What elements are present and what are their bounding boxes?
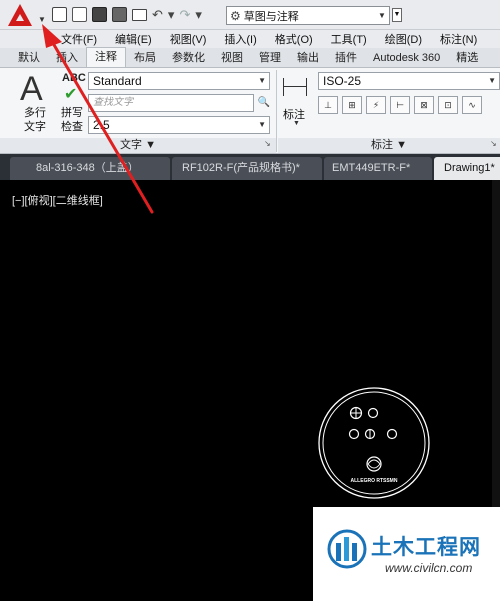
mtext-label-2: 文字 bbox=[24, 121, 46, 133]
dimension-icon[interactable] bbox=[283, 76, 307, 100]
spell-check-button[interactable]: 拼写 检查 bbox=[59, 106, 85, 134]
spellcheck-abc-icon: ABC bbox=[62, 72, 86, 84]
hole-top-right bbox=[367, 407, 379, 419]
viewport-controls[interactable]: [−][俯视][二维线框] bbox=[12, 192, 103, 208]
menubar-spacer bbox=[0, 30, 52, 48]
doc-tab-3[interactable]: EMT449ETR-F* bbox=[324, 157, 432, 180]
text-height-value: 2.5 bbox=[93, 118, 110, 132]
menu-bar: 文件(F) 编辑(E) 视图(V) 插入(I) 格式(O) 工具(T) 绘图(D… bbox=[52, 30, 500, 48]
spell-label-2: 检查 bbox=[61, 121, 83, 133]
dimension-tools: ⊥ ⊞ ⚡ ⊢ ⊠ ⊡ ∿ bbox=[318, 96, 482, 114]
autocad-logo-icon bbox=[8, 4, 32, 26]
part-text: ALLEGRO RTSSMN bbox=[351, 478, 398, 484]
save-as-icon[interactable] bbox=[112, 7, 127, 22]
tab-manage[interactable]: 管理 bbox=[251, 49, 289, 67]
dimension-break-icon[interactable]: ⚡ bbox=[366, 96, 386, 114]
watermark-url: www.civilcn.com bbox=[385, 561, 473, 575]
multiline-text-button[interactable]: 多行 文字 bbox=[22, 106, 48, 134]
text-panel-title[interactable]: 文字 ▼ bbox=[0, 138, 276, 153]
redo-dropdown-icon[interactable]: ▾ bbox=[195, 7, 202, 22]
adjust-space-icon[interactable]: ⊠ bbox=[414, 96, 434, 114]
doc-tab-2[interactable]: RF102R-F(产品规格书)* bbox=[172, 157, 322, 180]
menu-dimension[interactable]: 标注(N) bbox=[431, 31, 486, 47]
new-file-icon[interactable] bbox=[52, 7, 67, 22]
spell-label-1: 拼写 bbox=[61, 107, 83, 119]
find-replace-icon[interactable]: 🔍 bbox=[256, 94, 272, 112]
undo-dropdown-icon[interactable]: ▾ bbox=[168, 7, 175, 22]
logo-circle bbox=[366, 456, 382, 472]
chevron-down-icon: ▼ bbox=[258, 76, 266, 85]
chevron-down-icon: ▼ bbox=[378, 11, 386, 20]
text-height-select[interactable]: 2.5 ▼ bbox=[88, 116, 270, 134]
dimension-style-value: ISO-25 bbox=[323, 74, 362, 88]
open-folder-icon[interactable] bbox=[72, 7, 87, 22]
menu-file[interactable]: 文件(F) bbox=[52, 31, 106, 47]
watermark-title: 土木工程网 bbox=[371, 535, 481, 559]
baseline-dimension-icon[interactable]: ⊞ bbox=[342, 96, 362, 114]
document-tabs: 8al-316-348（上盖） RF102R-F(产品规格书)* EMT449E… bbox=[0, 154, 500, 180]
quick-dimension-icon[interactable]: ⊥ bbox=[318, 96, 338, 114]
workspace-name: 草图与注释 bbox=[243, 10, 299, 23]
tab-autodesk-360[interactable]: Autodesk 360 bbox=[365, 49, 448, 67]
menu-draw[interactable]: 绘图(D) bbox=[376, 31, 431, 47]
menu-format[interactable]: 格式(O) bbox=[266, 31, 322, 47]
chevron-down-icon: ▼ bbox=[258, 120, 266, 129]
jogged-linear-icon[interactable]: ∿ bbox=[462, 96, 482, 114]
gear-icon: ⚙ bbox=[230, 8, 241, 23]
hole-mid-left bbox=[348, 428, 360, 440]
watermark-box: 土木工程网 www.civilcn.com bbox=[313, 507, 500, 601]
tab-parametric[interactable]: 参数化 bbox=[164, 49, 213, 67]
application-menu-button[interactable]: ▼ bbox=[6, 3, 46, 29]
text-style-value: Standard bbox=[93, 74, 142, 88]
civilcn-logo-icon bbox=[327, 529, 367, 569]
quick-access-toolbar: ▼ ↶ ▾ ↷ ▾ ⚙ 草图与注释 ▼ ▼ bbox=[0, 0, 500, 30]
redo-icon[interactable]: ↷ bbox=[179, 7, 190, 22]
menu-view[interactable]: 视图(V) bbox=[161, 31, 216, 47]
menu-insert[interactable]: 插入(I) bbox=[215, 31, 265, 47]
save-icon[interactable] bbox=[92, 7, 107, 22]
customize-qat-button[interactable]: ▼ bbox=[392, 8, 402, 22]
chevron-down-icon: ▼ bbox=[488, 76, 496, 85]
chevron-down-icon[interactable]: ▼ bbox=[293, 120, 300, 127]
circular-part-drawing[interactable]: ALLEGRO RTSSMN bbox=[316, 385, 432, 501]
qat-icons: ↶ ▾ ↷ ▾ bbox=[52, 7, 202, 22]
dimension-style-select[interactable]: ISO-25 ▼ bbox=[318, 72, 500, 90]
panel-separator bbox=[276, 70, 277, 152]
print-icon[interactable] bbox=[132, 8, 147, 21]
inspect-dimension-icon[interactable]: ⊡ bbox=[438, 96, 458, 114]
menu-tools[interactable]: 工具(T) bbox=[322, 31, 376, 47]
doc-tab-1[interactable]: 8al-316-348（上盖） bbox=[10, 157, 170, 180]
tab-output[interactable]: 输出 bbox=[289, 49, 327, 67]
tab-plugins[interactable]: 插件 bbox=[327, 49, 365, 67]
tab-layout[interactable]: 布局 bbox=[126, 49, 164, 67]
workspace-selector[interactable]: ⚙ 草图与注释 ▼ bbox=[226, 6, 390, 25]
find-text-input[interactable]: 查找文字 bbox=[88, 94, 254, 112]
ribbon-panel: A 多行 文字 ABC ✔ 拼写 检查 Standard ▼ 查找文字 🔍 2.… bbox=[0, 68, 500, 154]
tab-view[interactable]: 视图 bbox=[213, 49, 251, 67]
multiline-text-icon[interactable]: A bbox=[20, 70, 43, 109]
undo-icon[interactable]: ↶ bbox=[152, 7, 163, 22]
dimension-panel-launcher-icon[interactable]: ↘ bbox=[490, 139, 497, 148]
text-panel-launcher-icon[interactable]: ↘ bbox=[264, 139, 271, 148]
doc-tab-drawing1[interactable]: Drawing1* bbox=[434, 157, 500, 180]
mtext-label-1: 多行 bbox=[24, 107, 46, 119]
tab-annotate[interactable]: 注释 bbox=[86, 47, 126, 67]
text-style-select[interactable]: Standard ▼ bbox=[88, 72, 270, 90]
hole-mid-right bbox=[386, 428, 398, 440]
chevron-down-icon: ▼ bbox=[38, 15, 46, 24]
continue-dimension-icon[interactable]: ⊢ bbox=[390, 96, 410, 114]
dimension-panel-title[interactable]: 标注 ▼ bbox=[278, 138, 500, 153]
ribbon-tabs: 默认 插入 注释 布局 参数化 视图 管理 输出 插件 Autodesk 360… bbox=[0, 47, 500, 68]
menu-edit[interactable]: 编辑(E) bbox=[106, 31, 161, 47]
tab-default[interactable]: 默认 bbox=[10, 49, 48, 67]
tab-insert[interactable]: 插入 bbox=[48, 49, 86, 67]
checkmark-icon: ✔ bbox=[64, 86, 78, 103]
tab-featured[interactable]: 精选 bbox=[448, 49, 486, 67]
